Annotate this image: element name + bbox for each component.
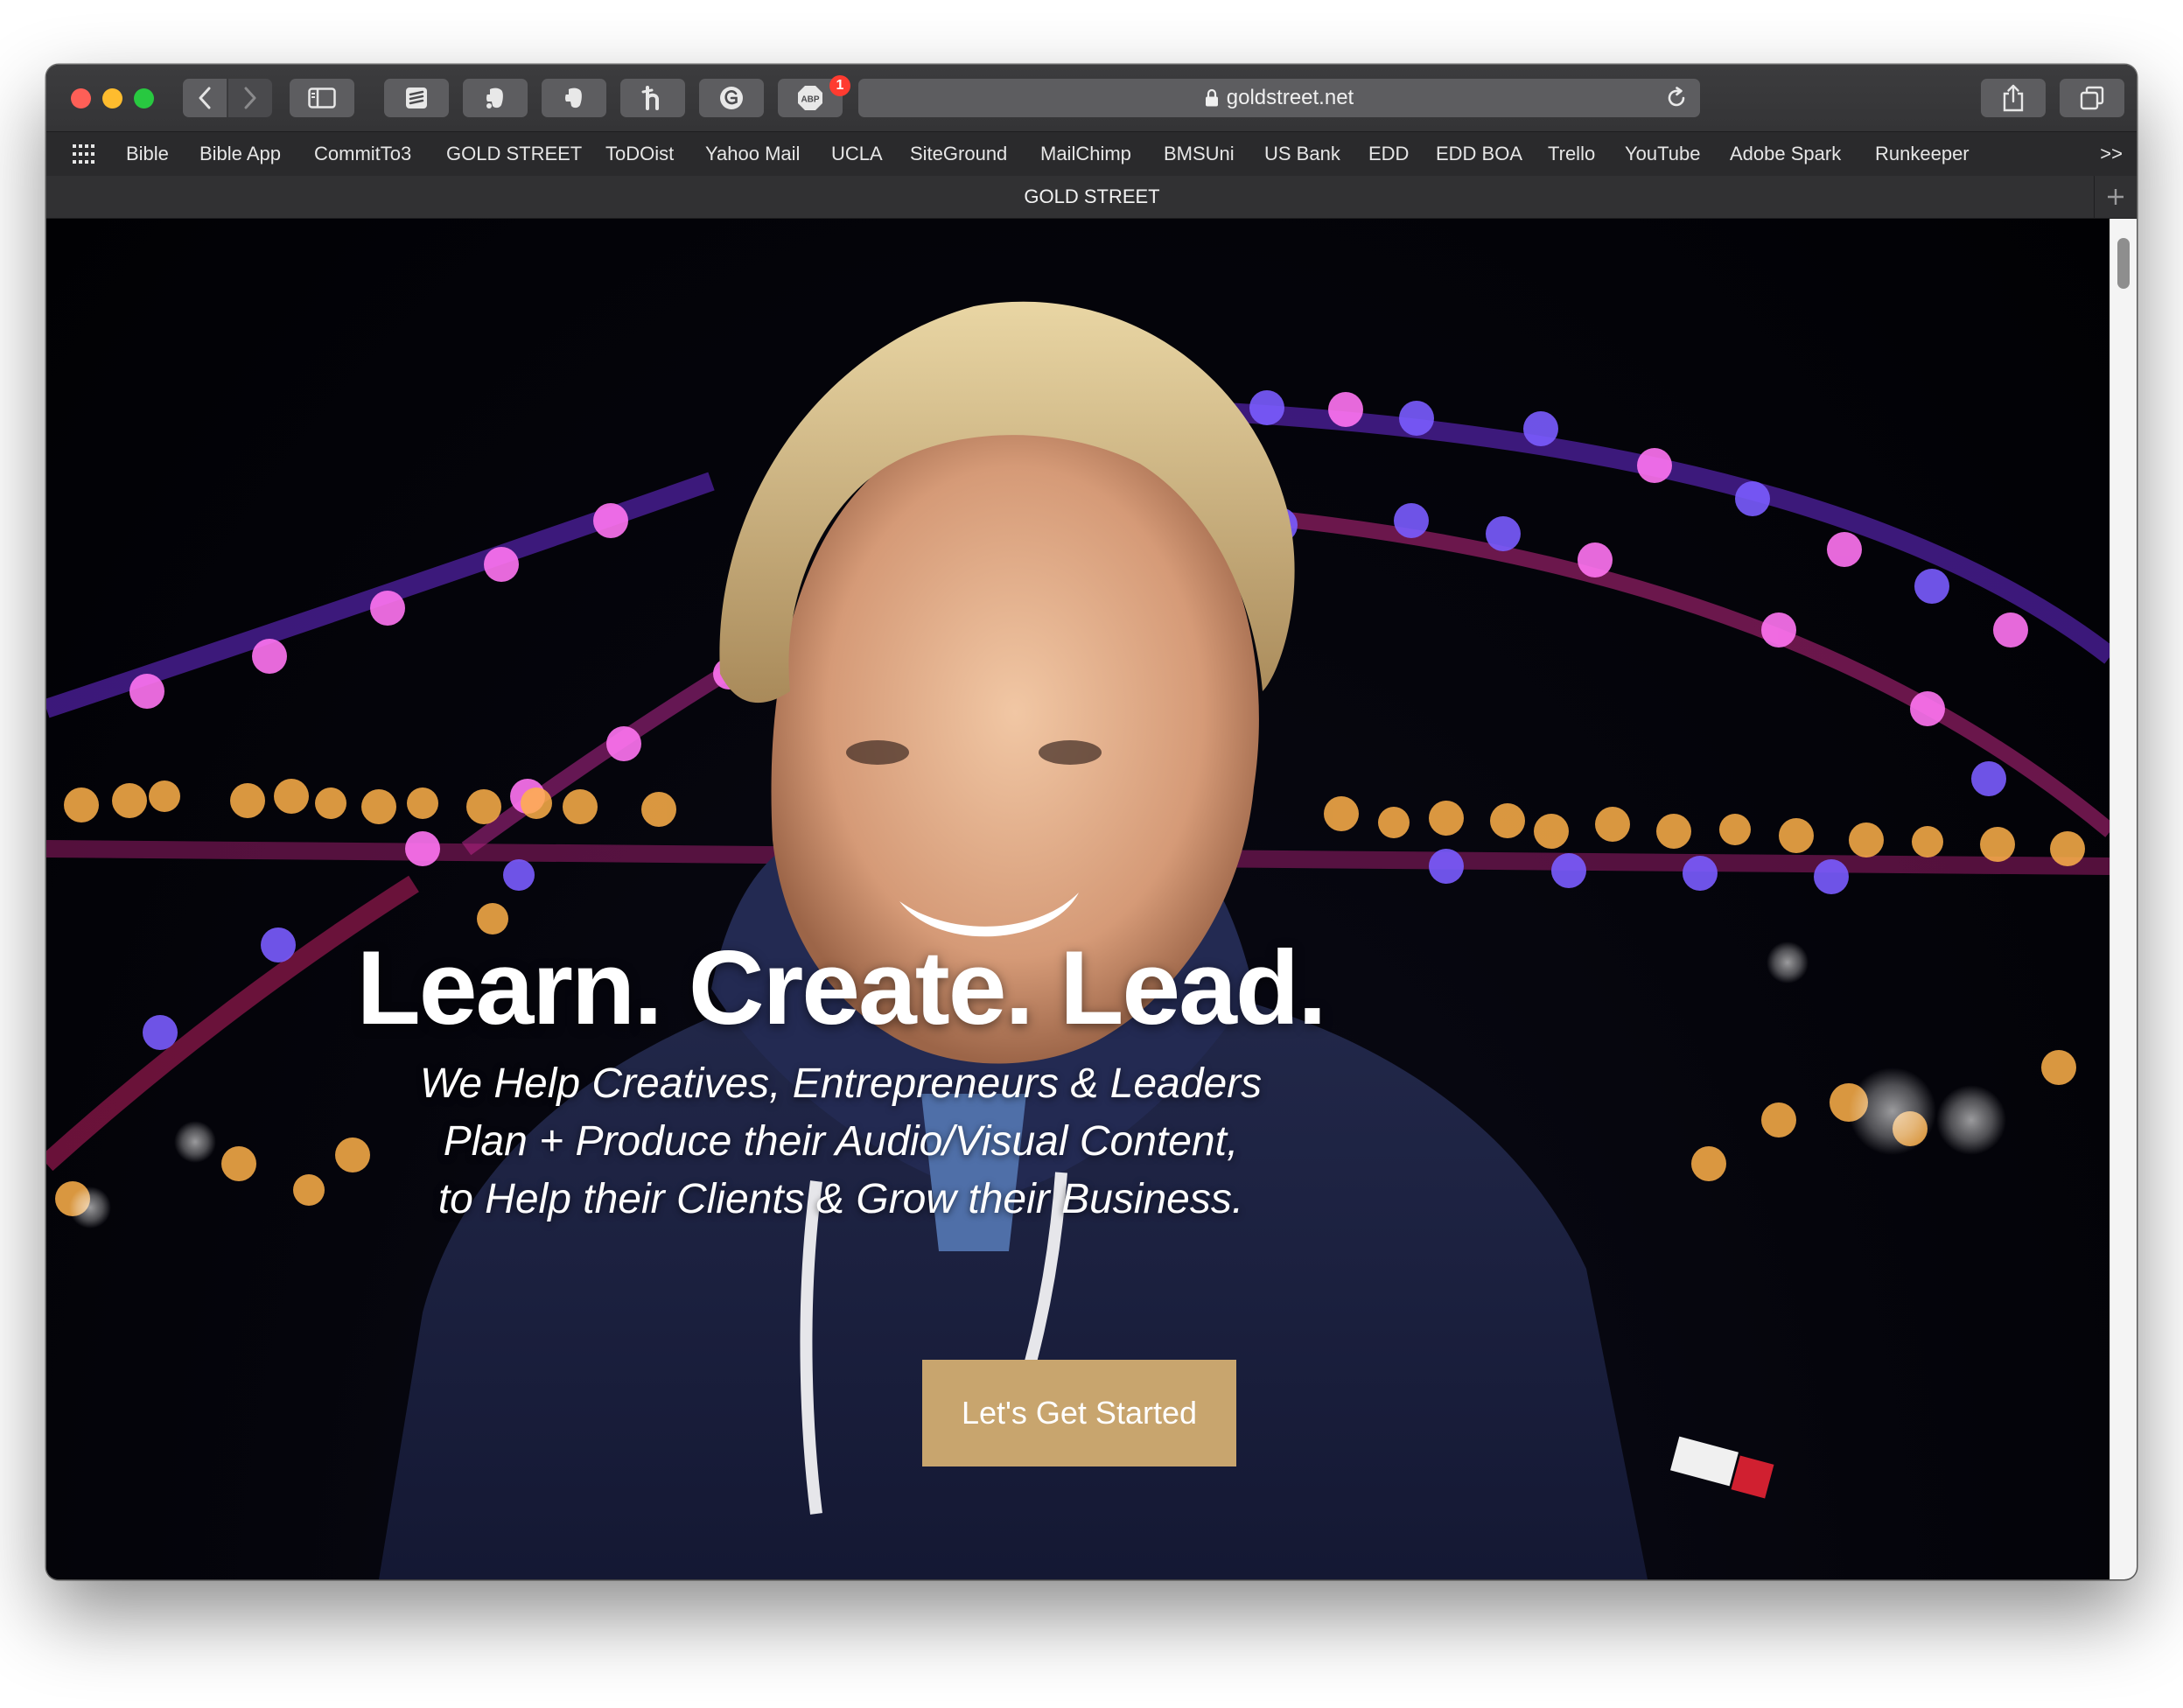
bookmark-item[interactable]: Trello <box>1548 132 1595 176</box>
bookmark-item[interactable]: Adobe Spark <box>1730 132 1841 176</box>
back-arrow-icon <box>199 87 211 109</box>
browser-window: ABP 1 goldstreet.net Bible Bible App Com… <box>46 65 2137 1579</box>
forward-button[interactable] <box>227 79 272 117</box>
get-started-button[interactable]: Let's Get Started <box>922 1360 1236 1466</box>
bookmark-item[interactable]: MailChimp <box>1040 132 1131 176</box>
reload-icon[interactable] <box>1665 87 1688 109</box>
bookmark-item[interactable]: UCLA <box>831 132 883 176</box>
forward-arrow-icon <box>244 87 256 109</box>
evernote-icon <box>564 88 582 108</box>
evernote-extension-button[interactable] <box>542 79 606 117</box>
reading-list-icon <box>406 88 427 108</box>
bookmark-item[interactable]: Bible <box>126 132 169 176</box>
sidebar-icon <box>308 88 336 108</box>
honey-extension-button[interactable] <box>620 79 685 117</box>
page-scrollbar[interactable] <box>2110 219 2137 1579</box>
hero-subtitle: We Help Creatives, Entrepreneurs & Leade… <box>46 1055 1635 1228</box>
bookmark-item[interactable]: Bible App <box>199 132 281 176</box>
apps-grid-icon[interactable] <box>73 144 95 164</box>
evernote-icon <box>486 88 503 108</box>
lock-icon <box>1205 88 1218 107</box>
hero-subtitle-line: We Help Creatives, Entrepreneurs & Leade… <box>419 1060 1263 1107</box>
new-tab-plus-icon <box>2108 189 2124 205</box>
sidebar-button[interactable] <box>290 79 354 117</box>
hero-title: Learn. Create. Lead. <box>356 929 1326 1046</box>
bookmark-item[interactable]: Runkeeper <box>1875 132 1970 176</box>
bookmark-item[interactable]: SiteGround <box>910 132 1007 176</box>
bookmark-item[interactable]: EDD BOA <box>1436 132 1522 176</box>
bookmarks-overflow-button[interactable]: >> <box>2100 132 2123 176</box>
tab-overview-button[interactable] <box>2060 79 2124 117</box>
close-window-button[interactable] <box>71 88 91 108</box>
address-bar[interactable]: goldstreet.net <box>858 79 1700 117</box>
bookmark-item[interactable]: US Bank <box>1264 132 1340 176</box>
bookmark-item[interactable]: EDD <box>1368 132 1409 176</box>
share-button[interactable] <box>1981 79 2046 117</box>
grammarly-icon <box>720 87 743 109</box>
zoom-window-button[interactable] <box>134 88 154 108</box>
tab-active[interactable]: GOLD STREET <box>46 176 2137 218</box>
scrollbar-thumb[interactable] <box>2117 238 2130 289</box>
bookmarks-bar: Bible Bible App CommitTo3 GOLD STREET To… <box>46 131 2137 177</box>
honey-h-icon <box>641 86 659 110</box>
hero-subtitle-line: Plan + Produce their Audio/Visual Conten… <box>443 1118 1239 1165</box>
back-button[interactable] <box>183 79 227 117</box>
bookmark-item[interactable]: YouTube <box>1625 132 1700 176</box>
tab-bar: GOLD STREET <box>46 176 2137 219</box>
url-text: goldstreet.net <box>1226 86 1354 109</box>
evernote-web-clipper-button[interactable] <box>463 79 528 117</box>
reading-list-extension-button[interactable] <box>384 79 449 117</box>
browser-toolbar: ABP 1 goldstreet.net <box>46 65 2137 131</box>
bookmark-item[interactable]: GOLD STREET <box>446 132 582 176</box>
page-content: Learn. Create. Lead. We Help Creatives, … <box>46 219 2110 1579</box>
grammarly-extension-button[interactable] <box>699 79 764 117</box>
bookmark-item[interactable]: Yahoo Mail <box>705 132 800 176</box>
tabs-overview-icon <box>2080 86 2104 110</box>
bookmark-item[interactable]: CommitTo3 <box>314 132 411 176</box>
minimize-window-button[interactable] <box>102 88 122 108</box>
hero-subtitle-line: to Help their Clients & Grow their Busin… <box>437 1176 1244 1222</box>
bookmark-item[interactable]: ToDOist <box>605 132 674 176</box>
new-tab-button[interactable] <box>2094 176 2137 218</box>
bookmark-item[interactable]: BMSUni <box>1164 132 1235 176</box>
adblock-icon: ABP <box>798 86 822 110</box>
history-nav <box>183 79 272 117</box>
extension-badge: 1 <box>829 75 850 96</box>
svg-text:ABP: ABP <box>801 95 819 105</box>
share-icon <box>2003 84 2024 112</box>
